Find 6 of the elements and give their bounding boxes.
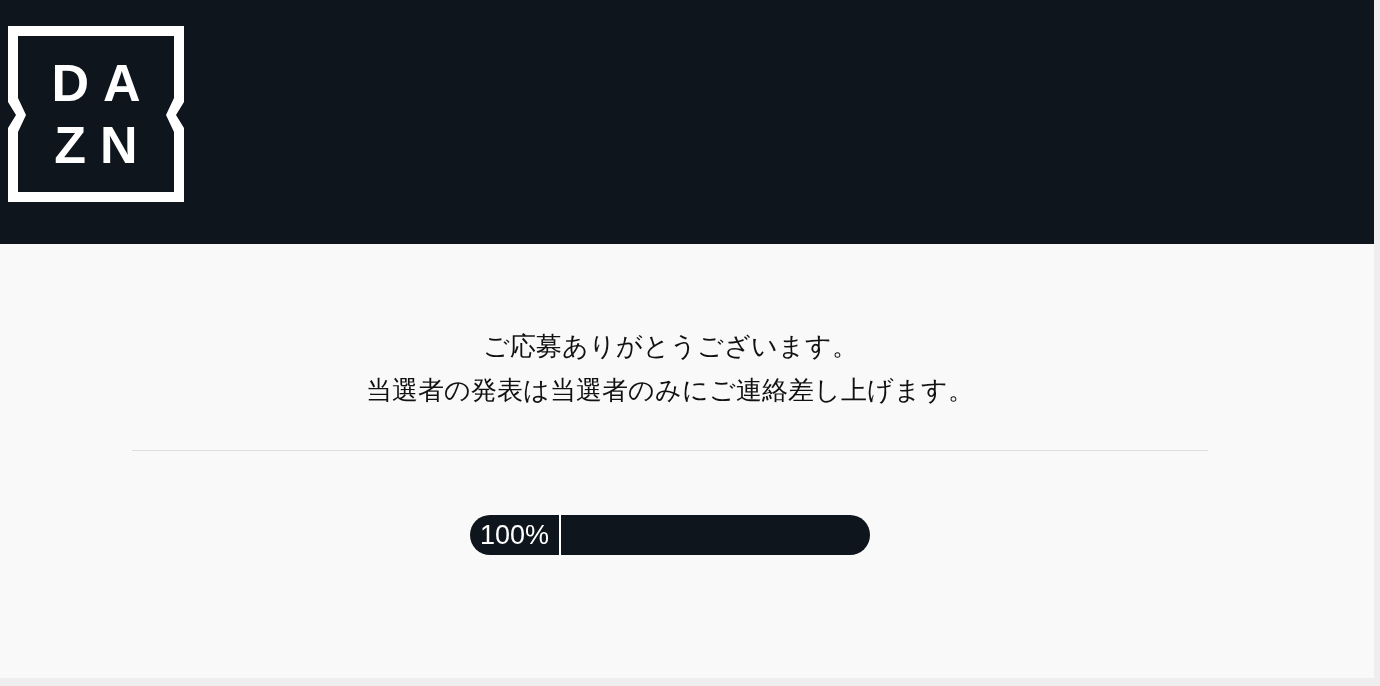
logo-text: DA xyxy=(50,53,155,114)
logo-text: ZN xyxy=(53,115,152,176)
logo-frame-icon xyxy=(8,26,184,202)
logo[interactable]: DA ZN xyxy=(8,26,184,202)
message-text: 当選者の発表は当選者のみにご連絡差し上げます。 xyxy=(366,374,974,407)
message-text: ご応募ありがとうございます。 xyxy=(482,330,858,363)
